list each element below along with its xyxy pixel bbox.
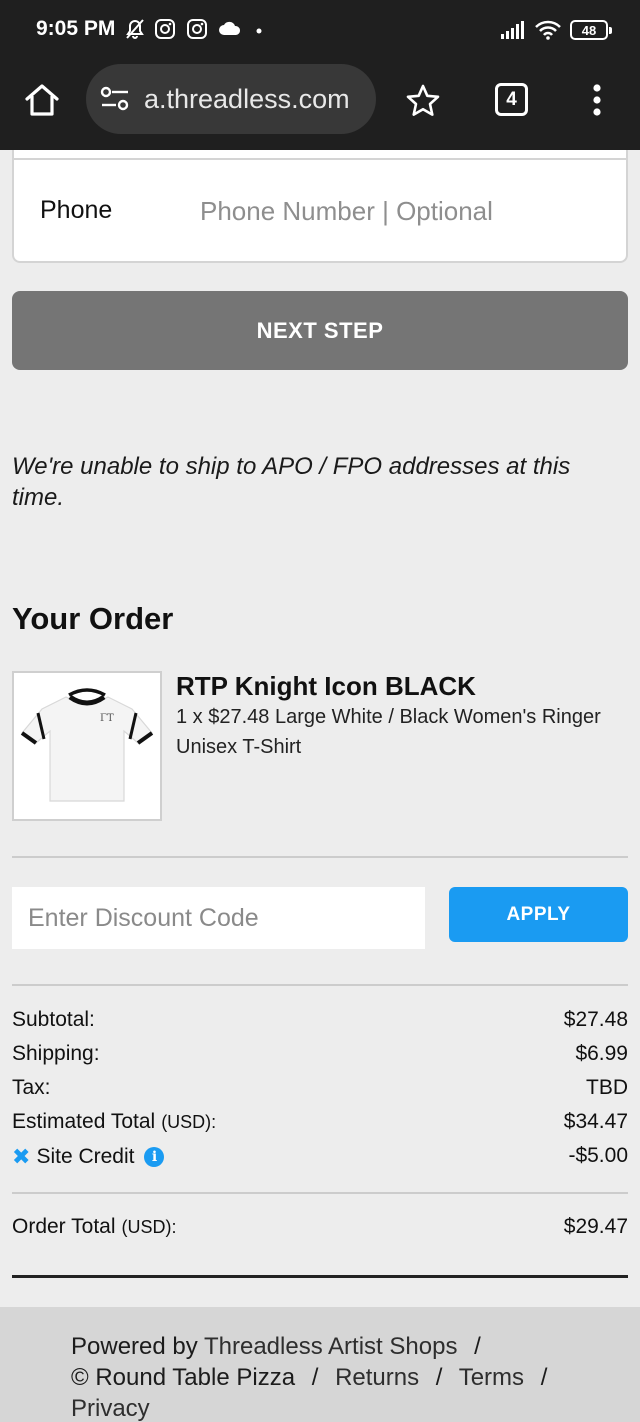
notifications-off-icon bbox=[126, 19, 144, 39]
tax-value: TBD bbox=[586, 1076, 628, 1099]
bookmark-star-icon[interactable] bbox=[404, 82, 442, 120]
subtotal-label: Subtotal: bbox=[12, 1008, 95, 1031]
estimated-total-label: Estimated Total bbox=[12, 1110, 156, 1133]
site-settings-icon[interactable] bbox=[100, 86, 130, 112]
copyright-text: © Round Table Pizza bbox=[71, 1364, 296, 1391]
phone-label: Phone bbox=[40, 196, 113, 224]
wifi-icon bbox=[535, 20, 561, 40]
status-time: 9:05 PM bbox=[36, 17, 116, 40]
returns-link[interactable]: Returns bbox=[335, 1364, 419, 1391]
estimated-total-currency: (USD): bbox=[161, 1111, 217, 1132]
order-total-value: $29.47 bbox=[563, 1215, 628, 1238]
order-total-label-group: Order Total (USD): bbox=[12, 1215, 177, 1239]
site-credit-value: -$5.00 bbox=[568, 1144, 628, 1167]
divider bbox=[12, 856, 628, 858]
footer-separator: / bbox=[435, 1364, 443, 1391]
tab-switcher-button[interactable]: 4 bbox=[495, 83, 528, 116]
divider bbox=[12, 1192, 628, 1194]
shipping-value: $6.99 bbox=[575, 1042, 628, 1065]
status-bar: 9:05 PM 48 bbox=[0, 0, 640, 60]
shipping-restriction-note: We're unable to ship to APO / FPO addres… bbox=[12, 453, 571, 511]
subtotal-value: $27.48 bbox=[563, 1008, 628, 1031]
shipping-label: Shipping: bbox=[12, 1042, 100, 1065]
phone-input[interactable] bbox=[200, 186, 610, 236]
footer-separator: / bbox=[311, 1364, 319, 1391]
powered-by-text: Powered by bbox=[71, 1333, 198, 1360]
product-description: 1 x $27.48 Large White / Black Women's R… bbox=[176, 706, 601, 758]
url-text[interactable]: a.threadless.com bbox=[144, 84, 350, 115]
footer-text: Powered by Threadless Artist Shops / © R… bbox=[71, 1331, 591, 1422]
product-thumbnail: ΓT bbox=[12, 671, 162, 821]
site-credit-row: ✖ Site Credit i -$5.00 bbox=[12, 1144, 628, 1174]
order-heading: Your Order bbox=[12, 601, 174, 636]
status-right: 48 bbox=[500, 18, 612, 42]
battery-indicator: 48 bbox=[570, 20, 612, 40]
estimated-total-row: Estimated Total (USD): $34.47 bbox=[12, 1110, 628, 1140]
home-icon[interactable] bbox=[22, 80, 62, 120]
site-credit-label: Site Credit bbox=[36, 1145, 135, 1168]
instagram-icon bbox=[187, 19, 207, 39]
address-bar[interactable]: a.threadless.com bbox=[86, 64, 376, 134]
estimated-total-value: $34.47 bbox=[563, 1110, 628, 1133]
tax-label: Tax: bbox=[12, 1076, 51, 1099]
product-title[interactable]: RTP Knight Icon BLACK bbox=[176, 671, 476, 702]
divider bbox=[12, 984, 628, 986]
apply-discount-button[interactable]: APPLY bbox=[449, 887, 628, 942]
signal-icon bbox=[501, 21, 524, 39]
cloud-icon bbox=[219, 21, 241, 35]
site-credit-label-group: ✖ Site Credit i bbox=[12, 1144, 165, 1170]
more-menu-icon[interactable] bbox=[586, 80, 608, 120]
instagram-icon bbox=[155, 19, 175, 39]
threadless-artist-shops-link[interactable]: Threadless Artist Shops bbox=[204, 1333, 457, 1360]
order-total-row: Order Total (USD): $29.47 bbox=[12, 1215, 628, 1245]
remove-credit-icon[interactable]: ✖ bbox=[12, 1144, 30, 1170]
subtotal-row: Subtotal: $27.48 bbox=[12, 1008, 628, 1038]
footer-separator: / bbox=[474, 1333, 481, 1360]
svg-text:ΓT: ΓT bbox=[100, 713, 114, 724]
browser-toolbar: a.threadless.com 4 bbox=[0, 60, 640, 150]
terms-link[interactable]: Terms bbox=[459, 1364, 524, 1391]
dot-icon bbox=[256, 28, 262, 34]
ringer-tshirt-image: ΓT bbox=[20, 688, 154, 802]
footer-separator: / bbox=[540, 1364, 548, 1391]
next-step-button[interactable]: NEXT STEP bbox=[12, 291, 628, 370]
discount-code-input[interactable] bbox=[12, 887, 425, 949]
footer: Powered by Threadless Artist Shops / © R… bbox=[0, 1307, 640, 1422]
privacy-link[interactable]: Privacy bbox=[71, 1395, 150, 1422]
estimated-total-label-group: Estimated Total (USD): bbox=[12, 1110, 216, 1134]
shipping-row: Shipping: $6.99 bbox=[12, 1042, 628, 1072]
summary-bottom-rule bbox=[12, 1275, 628, 1278]
order-total-currency: (USD): bbox=[121, 1216, 177, 1237]
tax-row: Tax: TBD bbox=[12, 1076, 628, 1106]
order-total-label: Order Total bbox=[12, 1215, 116, 1238]
info-icon[interactable]: i bbox=[144, 1147, 165, 1167]
field-divider bbox=[14, 158, 626, 160]
contact-form-card: Phone bbox=[12, 150, 628, 263]
